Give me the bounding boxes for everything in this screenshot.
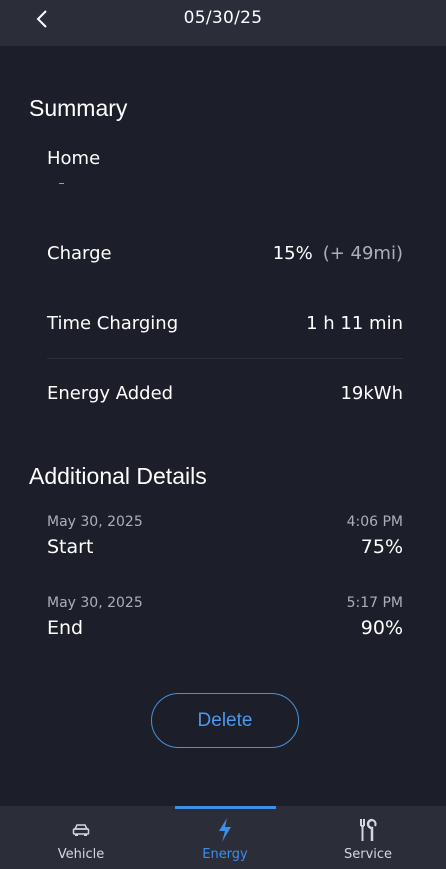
- end-date: May 30, 2025: [47, 595, 143, 611]
- end-value: 90%: [360, 617, 403, 639]
- location-address-placeholder: [59, 183, 64, 184]
- energy-added-label: Energy Added: [47, 382, 174, 404]
- tab-service[interactable]: Service: [298, 806, 438, 869]
- car-icon: [72, 824, 90, 836]
- charge-value: 15%: [272, 242, 313, 264]
- tab-vehicle-label: Vehicle: [57, 847, 105, 862]
- additional-details-heading: Additional Details: [29, 463, 207, 489]
- end-time: 5:17 PM: [346, 595, 403, 611]
- summary-heading: Summary: [29, 95, 128, 121]
- start-label: Start: [47, 536, 94, 558]
- charge-range-added: (+ 49mi): [322, 242, 403, 264]
- tab-energy[interactable]: Energy: [155, 806, 295, 869]
- tools-icon: [360, 818, 377, 841]
- start-value: 75%: [360, 536, 403, 558]
- energy-added-row: Energy Added 19kWh: [47, 378, 403, 408]
- time-charging-value: 1 h 11 min: [306, 312, 403, 334]
- location-label: Home: [47, 148, 101, 169]
- end-detail: May 30, 2025 5:17 PM End 90%: [47, 595, 403, 639]
- start-date: May 30, 2025: [47, 514, 143, 530]
- delete-button[interactable]: Delete: [151, 693, 299, 748]
- page-title: 05/30/25: [183, 8, 263, 28]
- top-bar: 05/30/25: [0, 0, 446, 46]
- start-time: 4:06 PM: [346, 514, 403, 530]
- end-label: End: [47, 617, 84, 639]
- time-charging-label: Time Charging: [47, 312, 179, 334]
- tab-service-label: Service: [343, 847, 393, 862]
- start-detail: May 30, 2025 4:06 PM Start 75%: [47, 514, 403, 558]
- lightning-icon: [219, 818, 231, 842]
- charge-row: Charge 15% (+ 49mi): [47, 238, 403, 268]
- time-charging-row: Time Charging 1 h 11 min: [47, 308, 403, 338]
- divider: [47, 358, 403, 359]
- energy-added-value: 19kWh: [340, 382, 403, 404]
- tab-energy-label: Energy: [202, 847, 248, 862]
- tab-vehicle[interactable]: Vehicle: [11, 806, 151, 869]
- charge-label: Charge: [47, 242, 112, 264]
